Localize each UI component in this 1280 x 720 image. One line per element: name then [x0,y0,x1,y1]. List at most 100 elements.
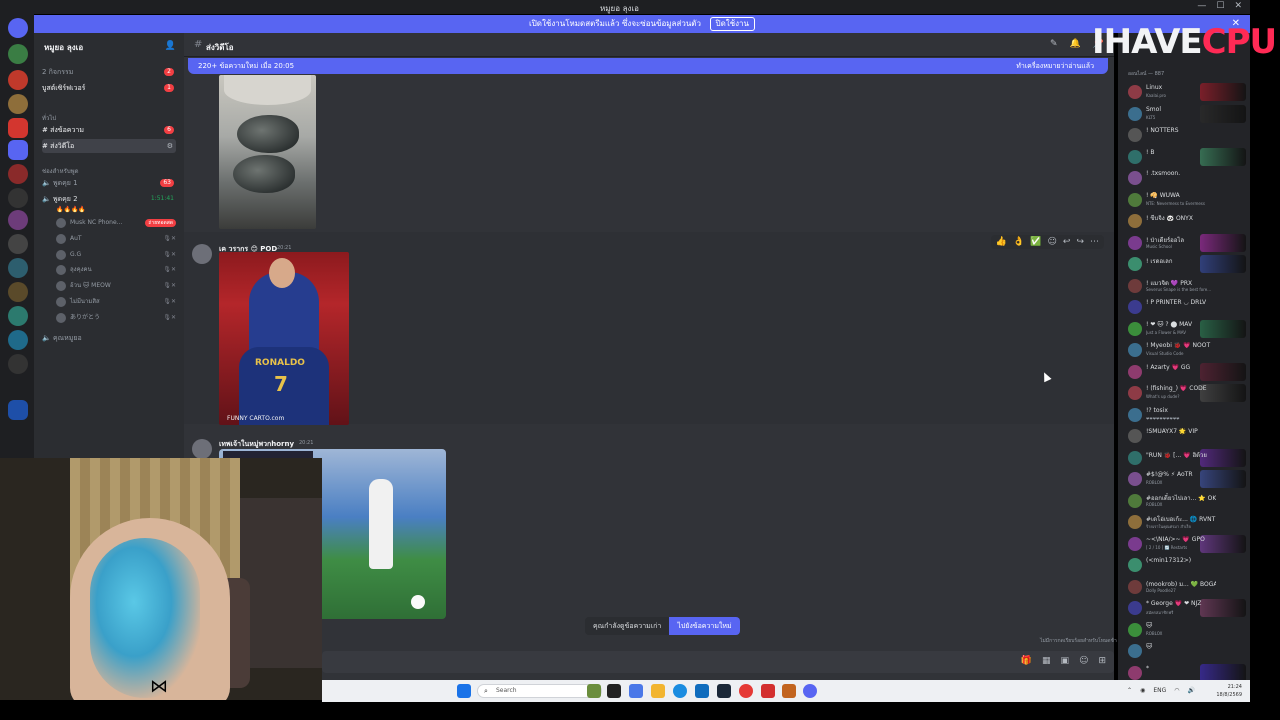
member-item[interactable]: (mookrob) ม... 💚 BOGA Dolly Poodle27 [1126,578,1248,596]
server-icon[interactable] [8,70,28,90]
member-item[interactable]: * [1126,663,1248,680]
channel-send-video[interactable]: # ส่งวิดีโอ ⚙ [42,139,176,153]
thumbs-up-reaction[interactable]: 👍 [996,237,1007,247]
message-image-football[interactable]: RONALDO 7 FUNNY CARTO.com [219,252,349,425]
app-icon[interactable] [782,684,796,698]
voice-user[interactable]: AuT 🎙✕ [56,232,176,246]
new-messages-bar[interactable]: 220+ ข้อความใหม่ เมื่อ 20:05 ทำเครื่องหม… [188,58,1108,74]
add-reaction-icon[interactable]: ☺ [1048,237,1057,247]
server-icon[interactable] [8,258,28,278]
taskbar-search[interactable]: ⌕ Search [477,684,602,698]
member-item[interactable]: ! เรดอเลก [1126,255,1248,273]
member-item[interactable]: Linux Kaalai.pro [1126,83,1248,101]
member-item[interactable]: !SMUAYX7 🌟 VIP [1126,427,1248,445]
gift-icon[interactable]: 🎁 [1021,656,1032,666]
voice-user[interactable]: อ้วน 🐱 MEOW 🎙✕ [56,279,176,293]
emoji-icon[interactable]: ☺ [1079,656,1088,666]
apps-icon[interactable]: ⊞ [1098,656,1106,666]
start-icon[interactable] [457,684,471,698]
jump-to-present-button[interactable]: ไปยังข้อความใหม่ [669,617,740,635]
sticker-icon[interactable]: ▣ [1061,656,1070,666]
voice-user[interactable]: ลุงคุงคน 🎙✕ [56,263,176,277]
member-item[interactable]: ! 🥠 WUWA NTE: Nevermess to Evermess [1126,191,1248,209]
message-composer[interactable]: 🎁 ▦ ▣ ☺ ⊞ [322,651,1114,673]
server-icon[interactable] [8,400,28,420]
sidebar-item-events[interactable]: 2 กิจกรรม 2 [42,65,176,79]
close-button[interactable]: ✕ [1234,1,1242,11]
chevron-up-icon[interactable]: ⌃ [1127,687,1132,694]
sidebar-item-boost[interactable]: บูสต์เซิร์ฟเวอร์ 1 [42,81,176,95]
voice-user[interactable]: Musk NC Phone... ถ่ายทอดสด [56,216,176,230]
member-item[interactable]: #$!@% ⚡ AoTR ROBLOX [1126,470,1248,488]
minimize-button[interactable]: — [1197,1,1206,11]
reply-icon[interactable]: ↩ [1063,237,1071,247]
voice-channel-1[interactable]: 🔈 พูดคุย 1 63 [42,176,176,190]
server-icon[interactable] [8,44,28,64]
member-item[interactable]: !? tosix ❤❤❤❤❤❤❤❤❤❤ [1126,406,1248,424]
gif-icon[interactable]: ▦ [1042,656,1051,666]
member-item[interactable]: ! (fishing_) 💗 CODE What's up dude? [1126,384,1248,402]
member-item[interactable]: ! Myeobi 🐞 💗 NOOT Visual Studio Code [1126,341,1248,359]
ok-hand-reaction[interactable]: 👌 [1013,237,1024,247]
server-icon[interactable] [8,140,28,160]
voice-channel-3[interactable]: 🔈 คุณหมูยอ [42,331,176,345]
channel-send-message[interactable]: # ส่งข้อความ 6 [42,123,176,137]
member-item[interactable]: ! .txsmoon. [1126,169,1248,187]
steam-icon[interactable] [717,684,731,698]
maximize-button[interactable]: ☐ [1216,1,1224,11]
member-item[interactable]: 🐱 ROBLOX [1126,621,1248,639]
widget-icon[interactable] [587,684,601,698]
volume-icon[interactable]: 🔊 [1188,687,1195,694]
discord-icon[interactable] [803,684,817,698]
voice-user[interactable]: ไม่มีนามสิส 🎙✕ [56,295,176,309]
edge-icon[interactable] [673,684,687,698]
category-voice[interactable]: ช่องสำหรับพูด [42,166,78,176]
member-item[interactable]: "RUN 🐞 [... 💗 ฮิด้วย [1126,448,1248,467]
network-icon[interactable]: ◉ [1140,687,1145,694]
store-icon[interactable] [695,684,709,698]
member-item[interactable]: ! B [1126,147,1248,166]
server-icon[interactable] [8,234,28,254]
member-item[interactable]: 🐱 [1126,642,1248,660]
wifi-icon[interactable]: ◠ [1174,687,1179,694]
member-item[interactable]: #ออกเดี๋ยวไปเลา... ⭐ OKRNROBLOX [1126,492,1248,510]
member-item[interactable]: #เดโอ่เบอเก้ะ... 🌐 RVNT ร้ายเราในคุณศรมา … [1126,513,1248,531]
clock[interactable]: 21:24 18/8/2569 [1216,683,1242,699]
server-icon-active[interactable] [8,118,28,138]
check-reaction[interactable]: ✅ [1030,237,1041,247]
forward-icon[interactable]: ↪ [1076,237,1084,247]
member-item[interactable]: ! Azarty 💗 GG [1126,362,1248,381]
member-item[interactable]: ! ❤ 🐱 ? ⬤ MAV Just a Flower & MAV [1126,319,1248,338]
chrome-icon[interactable] [739,684,753,698]
server-icon[interactable] [8,306,28,326]
server-icon[interactable] [8,188,28,208]
bell-icon[interactable]: 🔔 [1070,39,1081,49]
voice-user[interactable]: ありがとう 🎙✕ [56,311,176,325]
server-name[interactable]: หมูยอ ลุงเอ [44,41,83,54]
more-icon[interactable]: ⋯ [1090,237,1099,247]
member-item[interactable]: ! แมวจิด 💜 PRX Severus Snape is the best … [1126,277,1248,295]
add-user-icon[interactable]: 👤 [165,41,176,51]
avatar[interactable] [192,244,212,264]
member-item[interactable]: Smol KLT5 [1126,104,1248,123]
voice-user[interactable]: G.G 🎙✕ [56,248,176,262]
category-general[interactable]: ทั่วไป [42,113,56,123]
member-item[interactable]: ! P PRINTER ◡ DRLV [1126,298,1248,316]
copilot-icon[interactable] [629,684,643,698]
threads-icon[interactable]: ✎ [1050,39,1058,49]
message-image-fish[interactable] [219,75,316,229]
server-icon[interactable] [8,330,28,350]
server-icon[interactable] [8,94,28,114]
gear-icon[interactable]: ⚙ [167,139,173,153]
lang-indicator[interactable]: ENG [1153,687,1166,694]
server-icon[interactable] [8,164,28,184]
member-item[interactable]: ! ขีบจิง 🐼 ONYX [1126,212,1248,230]
member-item[interactable]: * George 💗 ❤ NJZ สมัครสมาชิกฟรี [1126,599,1248,617]
disable-streamer-mode-button[interactable]: ปิดใช้งาน [709,17,756,31]
server-icon[interactable] [8,354,28,374]
member-item[interactable]: ! ป่าเดียร์ออไล Music School [1126,233,1248,252]
file-explorer-icon[interactable] [651,684,665,698]
server-icon[interactable] [8,210,28,230]
avatar[interactable] [192,439,212,459]
mark-as-read-button[interactable]: ทำเครื่องหมายว่าอ่านแล้ว [1016,58,1094,74]
